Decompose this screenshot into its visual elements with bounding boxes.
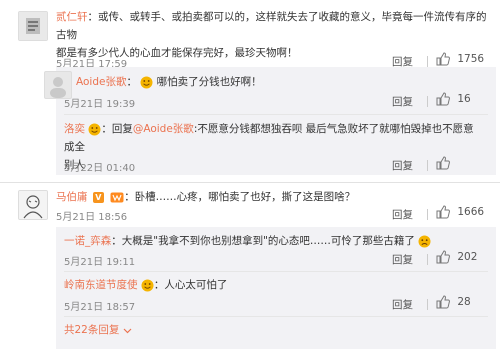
- comment-separator: ：: [87, 11, 99, 23]
- divider: [427, 209, 428, 220]
- member-icon: [110, 192, 124, 202]
- sub-reply-separator: [64, 271, 488, 272]
- like-count: 16: [457, 93, 471, 105]
- reply-button[interactable]: 回复: [392, 94, 413, 109]
- smile-emoji-icon: [141, 279, 154, 291]
- thumbs-up-icon: [436, 92, 450, 106]
- avatar-image-icon: [19, 12, 47, 40]
- comment-username[interactable]: Aoide张歌: [76, 76, 126, 88]
- comment-time: 5月21日 19:39: [64, 99, 136, 110]
- comment-username[interactable]: 马伯庸: [56, 191, 88, 203]
- avatar-image-icon: [19, 191, 47, 219]
- sub-reply-body: 一诺_弈森：大概是"我拿不到你也别想拿到"的心态吧……可怜了那些古籍了: [64, 232, 484, 250]
- comment-time: 5月22日 01:40: [64, 163, 136, 174]
- sub-reply-separator: [64, 114, 488, 115]
- thumbs-up-icon: [436, 295, 450, 309]
- like-count: 1666: [457, 206, 485, 218]
- chevron-down-icon: [123, 328, 132, 333]
- divider: [427, 299, 428, 310]
- comment-time: 5月21日 18:57: [64, 302, 136, 313]
- comment-body: 马伯庸 V ：卧槽……心疼，哪怕卖了也好，撕了这是图啥？: [56, 188, 496, 206]
- reply-button[interactable]: 回复: [392, 297, 413, 312]
- like-count: 28: [457, 296, 471, 308]
- like-button[interactable]: 1666: [436, 205, 484, 219]
- thumbs-up-icon: [436, 156, 450, 170]
- comment-text: 或传、或转手、或拍卖都可以的，这样就失去了收藏的意义，毕竟每一件流传有序的古物: [56, 11, 487, 41]
- like-count: 202: [457, 251, 478, 263]
- like-button[interactable]: 1756: [436, 52, 484, 66]
- like-button[interactable]: [436, 156, 450, 170]
- more-replies-label: 共22条回复: [64, 324, 120, 336]
- comment-text: 大概是"我拿不到你也别想拿到"的心态吧……可怜了那些古籍了: [121, 235, 415, 247]
- comment-separator: ：: [124, 191, 135, 203]
- v-badge-icon: V: [92, 191, 104, 203]
- avatar[interactable]: [18, 11, 48, 41]
- comment-username[interactable]: 洛奕: [64, 123, 85, 135]
- comment-separator: ：: [126, 76, 137, 88]
- thumbs-up-icon: [436, 250, 450, 264]
- comment-separator-line: [0, 182, 500, 183]
- comment-text: 卧槽……心疼，哪怕卖了也好，撕了这是图啥？: [134, 191, 356, 203]
- reply-button[interactable]: 回复: [392, 252, 413, 267]
- like-button[interactable]: 16: [436, 92, 471, 106]
- divider: [427, 56, 428, 67]
- smile-emoji-icon: [88, 123, 101, 135]
- mention-link[interactable]: @Aoide张歌: [133, 123, 194, 135]
- smile-emoji-icon: [140, 76, 153, 88]
- divider: [427, 96, 428, 107]
- comment-text-prefix: ：回复: [101, 123, 133, 135]
- comment-username[interactable]: 贰仁轩: [56, 11, 88, 23]
- thumbs-up-icon: [436, 52, 450, 66]
- divider: [427, 160, 428, 171]
- like-button[interactable]: 28: [436, 295, 471, 309]
- sub-reply-body: 岭南东道节度使 ：人心太可怕了: [64, 276, 484, 294]
- comment-text: 人心太可怕了: [164, 279, 228, 291]
- like-button[interactable]: 202: [436, 250, 477, 264]
- sub-reply-separator: [64, 316, 488, 317]
- comment-body: 贰仁轩：或传、或转手、或拍卖都可以的，这样就失去了收藏的意义，毕竟每一件流传有序…: [56, 8, 496, 62]
- reply-button[interactable]: 回复: [392, 158, 413, 173]
- reply-button[interactable]: 回复: [392, 207, 413, 222]
- comment-username[interactable]: 一诺_弈森: [64, 235, 111, 247]
- comment-username[interactable]: 岭南东道节度使: [64, 279, 138, 291]
- comment-separator: ：: [111, 235, 122, 247]
- thumbs-up-icon: [436, 205, 450, 219]
- comment-text: 哪怕卖了分钱也好啊！: [156, 76, 262, 88]
- comment-time: 5月21日 19:11: [64, 257, 136, 268]
- like-count: 1756: [457, 53, 485, 65]
- comment-time: 5月21日 18:56: [56, 212, 128, 223]
- sad-emoji-icon: [418, 235, 431, 247]
- sub-reply-body: Aoide张歌： 哪怕卖了分钱也好啊！: [76, 73, 262, 91]
- more-replies-link[interactable]: 共22条回复: [64, 322, 132, 337]
- comment-separator: ：: [153, 279, 165, 291]
- divider: [427, 254, 428, 265]
- avatar[interactable]: [18, 190, 48, 220]
